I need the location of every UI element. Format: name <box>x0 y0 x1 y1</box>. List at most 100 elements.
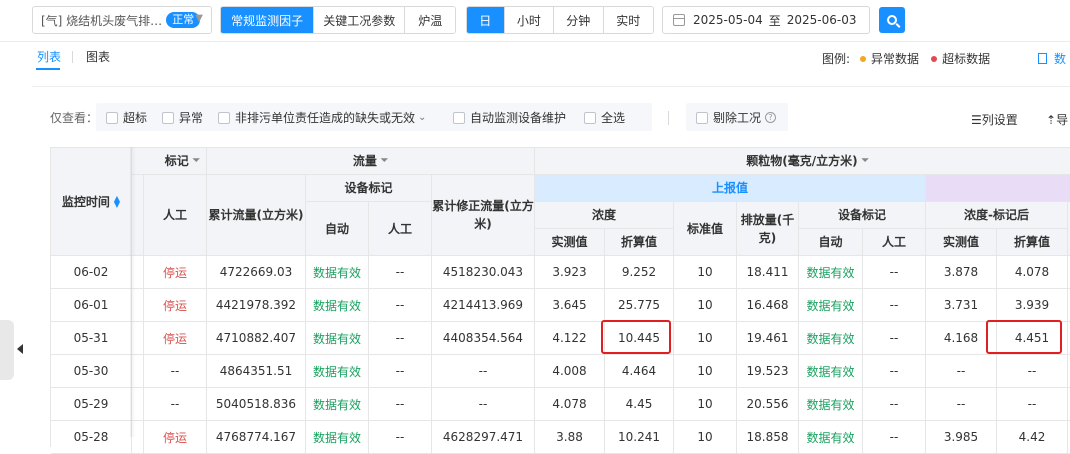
filter-exclude-conditions[interactable]: 剔除工况 ? <box>696 109 777 126</box>
filter-exceed-label: 超标 <box>123 111 148 125</box>
filter-icon[interactable]: ⏷ <box>862 152 869 170</box>
table-cell: 3.731 <box>926 289 997 322</box>
table-cell: 4.008 <box>535 355 605 388</box>
table-cell: 10 <box>674 421 737 454</box>
table-cell: -- <box>863 355 926 388</box>
table-cell: 3.985 <box>926 421 997 454</box>
exclude-label: 剔除工况 <box>713 111 762 125</box>
table-cell: -- <box>926 355 997 388</box>
filter-select-all[interactable]: 全选 <box>584 109 625 126</box>
table-cell: 16.468 <box>737 289 799 322</box>
table-cell: 3.645 <box>535 289 605 322</box>
highlight-box <box>601 320 671 354</box>
filter-abnormal[interactable]: 异常 <box>162 109 203 126</box>
search-icon <box>887 15 897 25</box>
checkbox[interactable] <box>162 111 174 124</box>
table-cell: 3.878 <box>926 256 997 289</box>
filter-missing-invalid[interactable]: 非排污单位责任造成的缺失或无效 ⌄ <box>218 109 426 126</box>
col-device-mark-2: 设备标记 <box>799 202 926 229</box>
table-cell: 20.556 <box>737 388 799 421</box>
checkbox[interactable] <box>696 111 708 124</box>
table-cell: 18.858 <box>737 421 799 454</box>
sidebar-collapse-handle[interactable] <box>0 320 14 380</box>
table-cell: -- <box>926 388 997 421</box>
date-range-picker[interactable]: 2025-05-04 至 2025-06-03 <box>662 6 870 34</box>
col-manual: 人工 <box>144 175 207 256</box>
filter-icon[interactable]: ⏷ <box>381 152 388 170</box>
help-icon[interactable]: ? <box>765 112 777 123</box>
col-emission: 排放量(千克) <box>737 202 799 256</box>
table-cell: 4768774.167 <box>207 421 306 454</box>
table-cell: 数据有效 <box>799 322 863 355</box>
chevron-left-icon[interactable] <box>17 344 23 354</box>
filter-label: 仅查看： <box>50 111 99 125</box>
tab-regular-factors[interactable]: 常规监测因子 <box>221 7 315 33</box>
tab-day[interactable]: 日 <box>467 7 505 33</box>
data-link[interactable]: 数 <box>1038 50 1066 67</box>
table-cell: 10 <box>674 289 737 322</box>
col-cum-corr-flow: 累计修正流量(立方米) <box>432 175 535 256</box>
document-icon <box>1038 53 1047 64</box>
table-cell: 数据有效 <box>306 322 369 355</box>
column-settings-button[interactable]: ☰列设置 <box>971 111 1018 128</box>
col-auto: 自动 <box>306 202 369 256</box>
date-end: 2025-06-03 <box>786 13 857 27</box>
tab-hour[interactable]: 小时 <box>504 7 555 33</box>
col-group-after-mark <box>926 175 1070 202</box>
tab-chart[interactable]: 图表 <box>86 48 110 65</box>
filter-abnormal-label: 异常 <box>179 111 204 125</box>
table-cell: -- <box>144 355 207 388</box>
table-cell: 停运 <box>144 289 207 322</box>
legend-title: 图例: <box>822 52 851 66</box>
filter-exceed[interactable]: 超标 <box>106 109 147 126</box>
tab-realtime[interactable]: 实时 <box>603 7 653 33</box>
filter-icon[interactable]: ⏷ <box>193 152 200 170</box>
table-cell: 05-30 <box>51 355 132 388</box>
filter-maintenance[interactable]: 自动监测设备维护 <box>453 109 566 126</box>
table-cell: 4628297.471 <box>432 421 535 454</box>
col-monitor-time-label: 监控时间 <box>61 194 110 209</box>
tab-key-conditions[interactable]: 关键工况参数 <box>314 7 406 33</box>
table-cell: 05-29 <box>51 388 132 421</box>
export-label: 导 <box>1056 113 1069 127</box>
tab-furnace-temp[interactable]: 炉温 <box>405 7 455 33</box>
col-group-flow-label: 流量 <box>352 154 377 168</box>
checkbox[interactable] <box>218 111 230 124</box>
col-auto-2: 自动 <box>799 229 863 256</box>
table-cell: 数据有效 <box>799 421 863 454</box>
date-start: 2025-05-04 <box>693 13 763 27</box>
table-cell: 06-01 <box>51 289 132 322</box>
sort-icon[interactable]: ▲ ▼ <box>114 194 120 208</box>
legend: 图例: 异常数据 超标数据 <box>822 50 990 67</box>
table-cell: 3.939 <box>997 289 1068 322</box>
col-monitor-time[interactable]: 监控时间 ▲ ▼ <box>51 148 132 256</box>
table-cell: 4.464 <box>605 355 674 388</box>
table-cell: -- <box>369 388 432 421</box>
table-cell: 4.122 <box>535 322 605 355</box>
filter-select-all-label: 全选 <box>601 111 626 125</box>
table-cell: 10 <box>674 322 737 355</box>
table-cell: 数据有效 <box>799 289 863 322</box>
tab-minute[interactable]: 分钟 <box>554 7 604 33</box>
filter-missing-invalid-label: 非排污单位责任造成的缺失或无效 <box>235 111 416 125</box>
table-cell: -- <box>863 388 926 421</box>
period-tab-group: 日 小时 分钟 实时 <box>466 6 654 34</box>
chevron-down-icon[interactable]: ⌄ <box>418 112 426 123</box>
table-cell: 3.88 <box>535 421 605 454</box>
search-button[interactable] <box>879 7 905 33</box>
table-cell: 数据有效 <box>799 355 863 388</box>
checkbox[interactable] <box>584 111 596 124</box>
source-name: [气] 烧结机头废气排… <box>41 13 163 28</box>
table-cell: 10 <box>674 256 737 289</box>
table-cell: 10.241 <box>605 421 674 454</box>
checkbox[interactable] <box>106 111 118 124</box>
table-cell: 4421978.392 <box>207 289 306 322</box>
checkbox[interactable] <box>453 111 465 124</box>
fixed-column-shadow <box>130 147 136 437</box>
table-cell: 停运 <box>144 421 207 454</box>
tab-list[interactable]: 列表 <box>37 48 61 65</box>
col-measured-2: 实测值 <box>926 229 997 256</box>
table-cell: -- <box>863 289 926 322</box>
export-button[interactable]: ⇡导 <box>1046 111 1068 128</box>
source-select[interactable]: [气] 烧结机头废气排… 正常 ▼ <box>32 6 212 34</box>
